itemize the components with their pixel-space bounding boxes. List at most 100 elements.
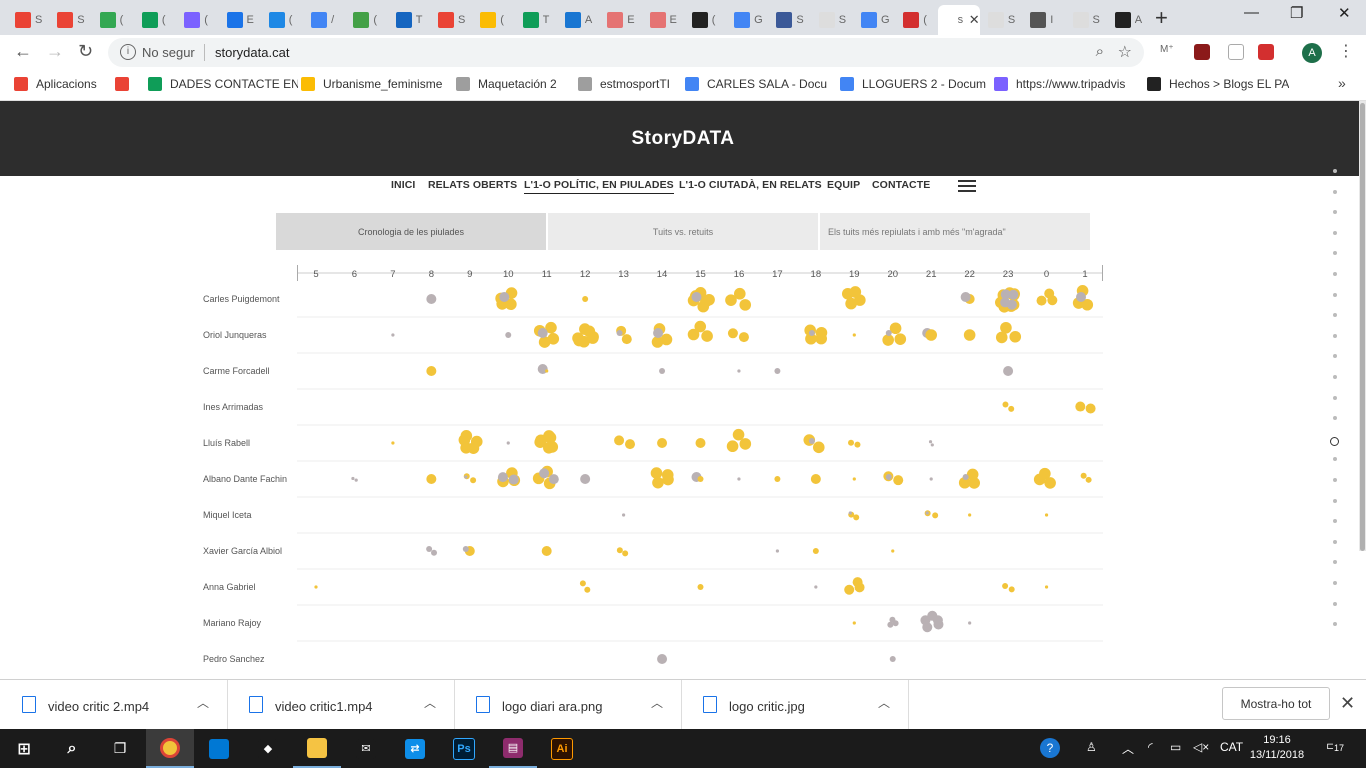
section-dot[interactable] — [1333, 601, 1337, 606]
show-all-downloads-button[interactable]: Mostra-ho tot — [1222, 687, 1330, 720]
task-view-button[interactable]: ❐ — [96, 729, 144, 768]
browser-tab[interactable]: S — [7, 5, 49, 35]
section-dot[interactable] — [1333, 189, 1337, 194]
browser-tab[interactable]: / — [303, 5, 345, 35]
browser-tab[interactable]: E — [599, 5, 641, 35]
extension-pdf-icon[interactable] — [1258, 44, 1274, 60]
browser-tab[interactable]: S — [768, 5, 810, 35]
back-icon[interactable]: ← — [14, 41, 32, 62]
bookmark-item[interactable]: https://www.tripadvis — [994, 77, 1125, 91]
section-dot[interactable] — [1333, 539, 1337, 544]
section-dot[interactable] — [1333, 395, 1337, 400]
section-dot[interactable] — [1333, 210, 1337, 215]
close-window-icon[interactable]: ✕ — [1338, 4, 1351, 22]
new-tab-icon[interactable]: + — [1155, 5, 1168, 31]
browser-tab-active[interactable]: st ✕ — [937, 5, 980, 35]
browser-tab[interactable]: A — [557, 5, 599, 35]
section-dot[interactable] — [1333, 581, 1337, 585]
minimize-icon[interactable]: — — [1244, 4, 1259, 21]
address-bar[interactable]: i No segur storydata.cat ⌕ ☆ — [108, 38, 1144, 67]
more-bookmarks-icon[interactable]: » — [1338, 75, 1346, 91]
section-dot[interactable] — [1333, 292, 1337, 297]
bookmark-apps[interactable]: Aplicacions — [14, 77, 97, 91]
bookmark-item[interactable] — [115, 77, 137, 91]
taskbar-app-store[interactable] — [195, 729, 243, 768]
section-dot[interactable] — [1333, 333, 1337, 338]
browser-tab[interactable]: ( — [684, 5, 726, 35]
browser-tab[interactable]: ( — [895, 5, 937, 35]
browser-tab[interactable]: S — [430, 5, 472, 35]
browser-tab[interactable]: ( — [261, 5, 303, 35]
section-dot-active[interactable] — [1330, 436, 1339, 446]
browser-tab[interactable]: ( — [472, 5, 514, 35]
bookmark-item[interactable]: LLOGUERS 2 - Docum — [840, 77, 986, 91]
close-tab-icon[interactable]: ✕ — [969, 12, 980, 28]
bookmark-item[interactable]: estmosportTI — [578, 77, 670, 91]
system-clock[interactable]: 19:16 13/11/2018 — [1246, 733, 1308, 763]
download-item[interactable]: video critic1.mp4 ︿ — [227, 680, 455, 730]
search-button[interactable]: ⌕ — [48, 729, 96, 768]
browser-menu-icon[interactable]: ⋮ — [1338, 41, 1354, 61]
bookmark-star-icon[interactable]: ☆ — [1118, 42, 1132, 62]
section-dot[interactable] — [1333, 169, 1337, 173]
browser-tab[interactable]: G — [726, 5, 768, 35]
chevron-up-icon[interactable]: ︿ — [424, 694, 436, 711]
extension-chat-icon[interactable] — [1194, 44, 1210, 60]
section-dot[interactable] — [1333, 313, 1337, 318]
browser-tab[interactable]: G — [853, 5, 895, 35]
bookmark-item[interactable]: Hechos > Blogs EL PA — [1147, 77, 1289, 91]
taskbar-app-illustrator[interactable]: Ai — [538, 729, 586, 768]
taskbar-app-dropbox[interactable]: ◆ — [244, 729, 292, 768]
section-dot[interactable] — [1333, 519, 1337, 524]
battery-icon[interactable]: ▭ — [1170, 740, 1181, 754]
browser-tab[interactable]: S — [1065, 5, 1107, 35]
browser-tab[interactable]: S — [980, 5, 1022, 35]
chevron-up-icon[interactable]: ︿ — [1122, 740, 1134, 757]
taskbar-app-chrome[interactable] — [146, 729, 194, 768]
browser-tab[interactable]: T — [515, 5, 557, 35]
profile-avatar[interactable]: A — [1302, 43, 1322, 63]
taskbar-app-teamviewer[interactable]: ⇄ — [391, 729, 439, 768]
people-icon[interactable]: ♙ — [1086, 740, 1097, 754]
chevron-up-icon[interactable]: ︿ — [651, 694, 663, 711]
section-dot[interactable] — [1333, 478, 1337, 482]
bookmark-item[interactable]: DADES CONTACTE EN — [148, 77, 298, 91]
chevron-up-icon[interactable]: ︿ — [878, 694, 890, 711]
browser-tab[interactable]: I — [1022, 5, 1064, 35]
taskbar-app-winrar[interactable]: ▤ — [489, 729, 537, 768]
language-indicator[interactable]: CAT — [1220, 740, 1243, 754]
browser-tab[interactable]: ( — [176, 5, 218, 35]
chevron-up-icon[interactable]: ︿ — [197, 694, 209, 711]
help-icon[interactable]: ? — [1040, 738, 1060, 758]
info-icon[interactable]: i — [120, 44, 136, 60]
forward-icon[interactable]: → — [46, 41, 64, 62]
download-item[interactable]: logo diari ara.png ︿ — [454, 680, 682, 730]
section-dot[interactable] — [1333, 560, 1337, 565]
browser-tab[interactable]: S — [49, 5, 91, 35]
section-dot[interactable] — [1333, 375, 1337, 379]
wifi-icon[interactable]: ◜ — [1148, 740, 1153, 754]
browser-tab[interactable]: ( — [92, 5, 134, 35]
download-item[interactable]: video critic 2.mp4 ︿ — [0, 680, 228, 730]
section-dot[interactable] — [1333, 251, 1337, 256]
section-dot[interactable] — [1333, 416, 1337, 421]
section-dot[interactable] — [1333, 272, 1337, 276]
extension-mplus-icon[interactable]: M⁺ — [1160, 44, 1176, 60]
browser-tab[interactable]: E — [642, 5, 684, 35]
browser-tab[interactable]: T — [388, 5, 430, 35]
maximize-icon[interactable]: ❐ — [1290, 4, 1303, 22]
search-icon[interactable]: ⌕ — [1096, 43, 1104, 60]
reload-icon[interactable]: ↻ — [78, 41, 93, 62]
close-icon[interactable]: ✕ — [1340, 693, 1355, 714]
taskbar-app-photoshop[interactable]: Ps — [440, 729, 488, 768]
browser-tab[interactable]: A — [1107, 5, 1149, 35]
url-text[interactable]: storydata.cat — [215, 45, 289, 60]
download-item[interactable]: logo critic.jpg ︿ — [681, 680, 909, 730]
bookmark-item[interactable]: CARLES SALA - Docu — [685, 77, 827, 91]
browser-tab[interactable]: ( — [134, 5, 176, 35]
bookmark-item[interactable]: Urbanisme_feminisme — [301, 77, 442, 91]
section-dot[interactable] — [1333, 230, 1337, 235]
taskbar-app-explorer[interactable] — [293, 729, 341, 768]
start-button[interactable]: ⊞ — [0, 729, 48, 768]
section-dot[interactable] — [1333, 498, 1337, 503]
